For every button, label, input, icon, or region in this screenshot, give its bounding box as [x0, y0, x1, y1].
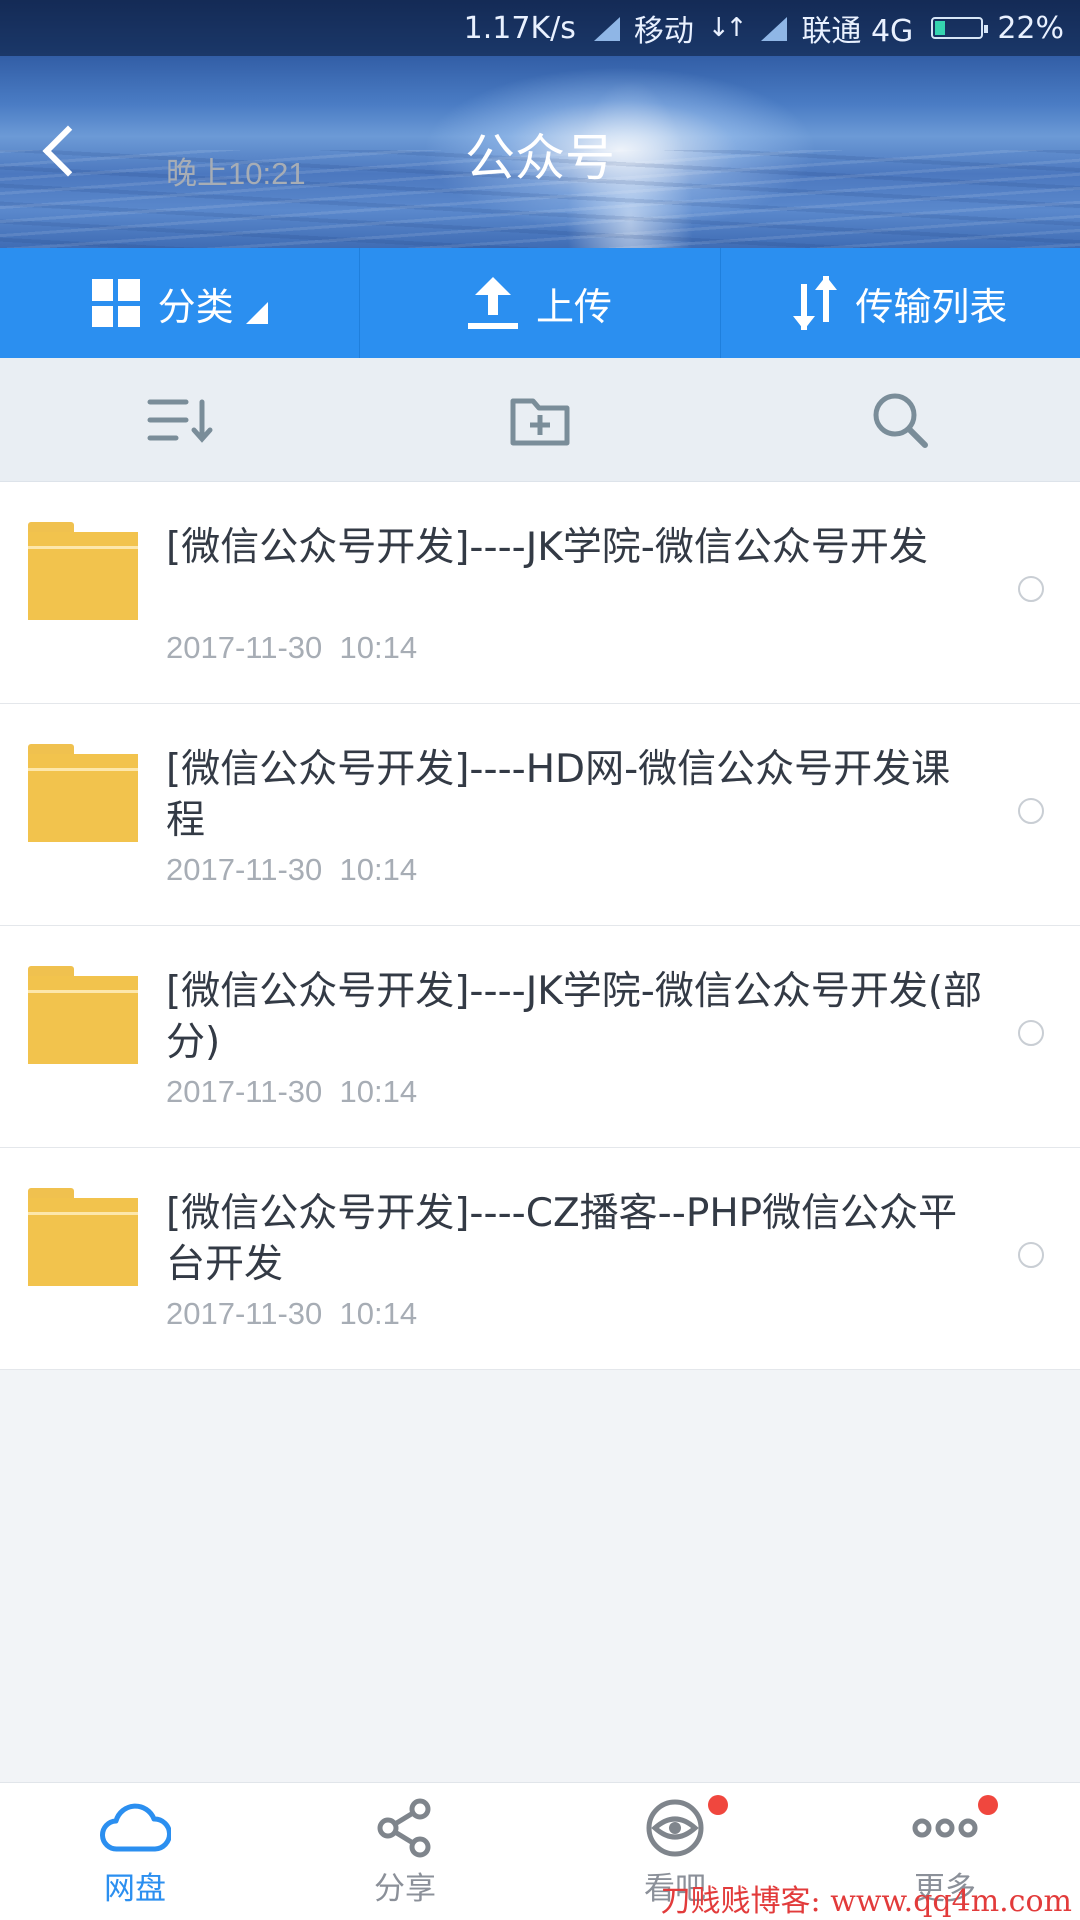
sort-button[interactable]: [0, 358, 360, 481]
nav-share[interactable]: 分享: [270, 1783, 540, 1920]
cloud-icon: [100, 1803, 171, 1852]
nav-label: 分享: [374, 1871, 436, 1907]
search-button[interactable]: [720, 358, 1080, 481]
folder-time: 2017-11-30 10:14: [166, 1074, 418, 1109]
nav-label: 网盘: [104, 1871, 166, 1907]
eye-icon: [646, 1799, 704, 1857]
select-radio[interactable]: [1018, 576, 1044, 602]
notification-badge: [708, 1795, 728, 1815]
notification-badge: [978, 1795, 998, 1815]
sort-icon: [147, 399, 213, 443]
battery-icon: [931, 17, 989, 39]
folder-time: 2017-11-30 10:14: [166, 1296, 418, 1331]
header-banner: 晚上10:21 1.17K/s 移动 ↓↑ 联通 4G 22% 公众号: [0, 0, 1080, 248]
upload-label: 上传: [535, 284, 612, 329]
network-speed: 1.17K/s: [463, 10, 576, 46]
folder-time: 2017-11-30 10:14: [166, 852, 418, 887]
page-title: 公众号: [465, 129, 615, 187]
search-icon: [873, 393, 928, 448]
more-icon: [912, 1818, 978, 1838]
category-button[interactable]: 分类: [0, 248, 361, 358]
status-time: 晚上10:21: [166, 156, 306, 191]
select-radio[interactable]: [1018, 798, 1044, 824]
app-screen: 晚上10:21 1.17K/s 移动 ↓↑ 联通 4G 22% 公众号 分类 上…: [0, 0, 1080, 1920]
status-right: 1.17K/s 移动 ↓↑ 联通 4G 22%: [464, 6, 1064, 50]
upload-icon: [467, 277, 518, 329]
watermark-text: 刀贱贱博客: www.qq4m.com: [660, 1884, 1072, 1919]
list-item[interactable]: [微信公众号开发]----CZ播客--PHP微信公众平台开发 2017-11-3…: [0, 1148, 1080, 1370]
select-radio[interactable]: [1018, 1242, 1044, 1268]
carrier-2: 联通 4G: [801, 14, 914, 49]
battery-percent: 22%: [997, 10, 1064, 46]
file-tools-bar: [0, 358, 1080, 482]
folder-name: [微信公众号开发]----JK学院-微信公众号开发(部分): [166, 969, 983, 1065]
folder-icon: [28, 1188, 138, 1286]
folder-time: 2017-11-30 10:14: [166, 630, 418, 665]
list-item[interactable]: [微信公众号开发]----JK学院-微信公众号开发(部分) 2017-11-30…: [0, 926, 1080, 1148]
share-icon: [377, 1798, 431, 1858]
select-radio[interactable]: [1018, 1020, 1044, 1046]
category-label: 分类: [157, 284, 234, 329]
upload-button[interactable]: 上传: [360, 248, 721, 358]
bottom-nav: 网盘 分享 看吧 更多 刀贱贱博客: www.qq4m.com: [0, 1782, 1080, 1920]
back-button[interactable]: [40, 125, 80, 185]
caret-down-icon: [245, 302, 268, 324]
new-folder-button[interactable]: [360, 358, 720, 481]
folder-name: [微信公众号开发]----HD网-微信公众号开发课程: [166, 747, 951, 843]
status-bar: 晚上10:21 1.17K/s 移动 ↓↑ 联通 4G 22%: [0, 0, 1080, 191]
new-folder-icon: [510, 398, 570, 445]
carrier-1: 移动: [633, 14, 694, 49]
list-item[interactable]: [微信公众号开发]----JK学院-微信公众号开发 2017-11-30 10:…: [0, 482, 1080, 704]
signal-icon: [590, 15, 620, 41]
action-toolbar: 分类 上传 传输列表: [0, 248, 1080, 358]
nav-cloud-drive[interactable]: 网盘: [0, 1783, 270, 1920]
transfer-label: 传输列表: [855, 284, 1008, 329]
folder-name: [微信公众号开发]----CZ播客--PHP微信公众平台开发: [166, 1191, 958, 1287]
folder-name: [微信公众号开发]----JK学院-微信公众号开发: [166, 525, 928, 570]
signal-icon: [757, 15, 788, 41]
transfer-list-button[interactable]: 传输列表: [721, 248, 1080, 358]
folder-icon: [28, 744, 138, 842]
file-list: [微信公众号开发]----JK学院-微信公众号开发 2017-11-30 10:…: [0, 482, 1080, 1370]
list-item[interactable]: [微信公众号开发]----HD网-微信公众号开发课程 2017-11-30 10…: [0, 704, 1080, 926]
folder-icon: [28, 522, 138, 620]
data-transfer-icon: ↓↑: [707, 13, 748, 43]
grid-icon: [91, 279, 140, 327]
folder-icon: [28, 966, 138, 1064]
transfer-icon: [793, 276, 838, 330]
